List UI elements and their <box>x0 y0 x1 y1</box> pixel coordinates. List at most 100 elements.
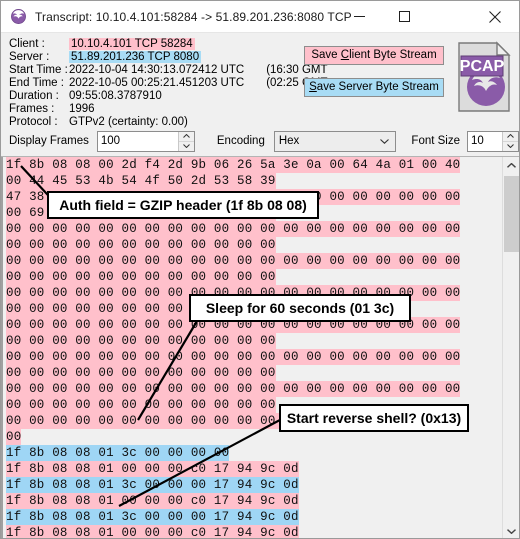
font-size-stepper[interactable] <box>467 130 519 152</box>
hex-row-bytes: 1f 8b 08 08 01 3c 00 00 00 00 <box>6 445 230 461</box>
hex-row-bytes: 00 00 00 00 00 00 00 00 00 00 00 00 00 0… <box>6 349 461 365</box>
protocol-label: Protocol : <box>9 115 58 128</box>
start-time-value: 2022-10-04 14:30:13.072412 UTC <box>69 63 245 76</box>
chevron-up-icon <box>183 134 190 138</box>
minimize-icon <box>354 16 365 17</box>
hex-row-bytes: 00 00 00 00 00 00 00 00 00 00 00 00 00 0… <box>6 253 461 269</box>
chevron-down-icon <box>507 529 516 534</box>
controls-bar: Display Frames Encoding Hex Font Size <box>1 126 519 156</box>
hex-row-bytes: 1f 8b 08 08 01 3c 00 00 00 17 94 9c 0d <box>6 509 299 525</box>
hex-row[interactable]: 00 00 00 00 00 00 00 00 00 00 00 00 <box>3 237 502 253</box>
end-time-label: End Time : <box>9 76 64 89</box>
client-value: 10.10.4.101 TCP 58284 <box>69 37 195 50</box>
encoding-value: Hex <box>278 135 300 147</box>
end-time-value: 2022-10-05 00:25:21.451203 UTC <box>69 76 245 89</box>
hex-row[interactable]: 1f 8b 08 08 01 00 00 00 c0 17 94 9c 0d <box>3 461 502 477</box>
font-size-spin-buttons[interactable] <box>502 131 518 151</box>
server-value: 51.89.201.236 TCP 8080 <box>69 50 202 63</box>
protocol-value: GTPv2 (certainty: 0.00) <box>69 115 188 128</box>
server-label: Server : <box>9 50 50 63</box>
display-frames-spin-buttons[interactable] <box>177 131 194 151</box>
save-client-byte-stream-button[interactable]: Save Client Byte Stream <box>304 46 444 65</box>
pcap-swirl-icon <box>11 9 26 24</box>
callout-shell-text: Start reverse shell? (0x13) <box>286 410 462 426</box>
hex-row[interactable]: 1f 8b 08 08 01 3c 00 00 00 00 <box>3 445 502 461</box>
hex-row[interactable]: 1f 8b 08 08 01 00 00 00 c0 17 94 9c 0d <box>3 493 502 509</box>
display-frames-stepper[interactable] <box>96 130 195 152</box>
scroll-up-button[interactable] <box>503 157 519 174</box>
chevron-down-icon <box>183 144 190 148</box>
hex-row[interactable]: 00 00 00 00 00 00 00 00 00 00 00 00 <box>3 333 502 349</box>
close-button[interactable] <box>472 1 517 32</box>
info-row-protocol: Protocol : GTPv2 (certainty: 0.00) <box>1 115 519 128</box>
hex-row[interactable]: 1f 8b 08 08 01 3c 00 00 00 17 94 9c 0d <box>3 477 502 493</box>
info-row-frames: Frames : 1996 <box>1 102 519 115</box>
callout-reverse-shell: Start reverse shell? (0x13) <box>279 404 469 432</box>
hex-row[interactable]: 00 00 00 00 00 00 00 00 00 00 00 00 <box>3 365 502 381</box>
save-client-label: Save Client Byte Stream <box>311 49 437 61</box>
encoding-label: Encoding <box>216 135 265 147</box>
frames-value: 1996 <box>69 102 95 115</box>
display-frames-down-button[interactable] <box>179 142 194 151</box>
pcap-badge-text: PCAP <box>460 58 505 75</box>
hex-row-bytes: 00 44 45 53 4b 54 4f 50 2d 53 58 39 <box>6 173 276 189</box>
chevron-up-icon <box>507 163 516 168</box>
hex-row-bytes: 00 00 00 00 00 00 00 00 00 00 00 00 <box>6 269 276 285</box>
scroll-down-button[interactable] <box>503 523 519 538</box>
display-frames-up-button[interactable] <box>178 132 194 142</box>
chevron-down-icon <box>380 135 390 147</box>
callout-sleep: Sleep for 60 seconds (01 3c) <box>189 294 411 322</box>
window-title: Transcript: 10.10.4.101:58284 -> 51.89.2… <box>35 9 352 24</box>
maximize-button[interactable] <box>382 1 427 32</box>
font-size-label: Font Size <box>411 135 460 147</box>
hex-row-bytes: 1f 8b 08 08 01 00 00 00 c0 17 94 9c 0d <box>6 493 299 509</box>
hex-row-bytes: 1f 8b 08 08 01 00 00 00 c0 17 94 9c 0d <box>6 461 299 477</box>
transcript-window: Transcript: 10.10.4.101:58284 -> 51.89.2… <box>0 0 520 539</box>
close-icon <box>488 10 501 23</box>
font-size-down-button[interactable] <box>503 142 518 151</box>
title-bar: Transcript: 10.10.4.101:58284 -> 51.89.2… <box>1 1 519 33</box>
save-server-label: Save Server Byte Stream <box>309 81 439 93</box>
hex-row-bytes: 00 <box>6 429 22 445</box>
hex-row[interactable]: 00 00 00 00 00 00 00 00 00 00 00 00 <box>3 269 502 285</box>
hex-row-bytes: 00 00 00 00 00 00 00 00 00 00 00 00 00 0… <box>6 221 461 237</box>
hex-row[interactable]: 00 44 45 53 4b 54 4f 50 2d 53 58 39 <box>3 173 502 189</box>
display-frames-input[interactable] <box>97 131 178 151</box>
hex-row-bytes: 00 00 00 00 00 00 00 00 00 00 00 00 <box>6 365 276 381</box>
hex-row[interactable]: 1f 8b 08 08 01 3c 00 00 00 17 94 9c 0d <box>3 509 502 525</box>
encoding-select[interactable]: Hex <box>273 130 397 152</box>
hex-row-bytes: 00 00 00 00 00 00 00 00 00 00 00 00 <box>6 397 276 413</box>
pcap-file-icon: PCAP <box>458 41 511 112</box>
frames-label: Frames : <box>9 102 55 115</box>
save-server-byte-stream-button[interactable]: Save Server Byte Stream <box>304 78 444 97</box>
hex-row-bytes: 1f 8b 08 08 00 2d f4 2d 9b 06 26 5a 3e 0… <box>6 157 461 173</box>
hex-row-bytes: 1f 8b 08 08 01 00 00 00 c0 17 94 9c 0d <box>6 525 299 539</box>
hex-row-bytes: 1f 8b 08 08 01 3c 00 00 00 17 94 9c 0d <box>6 477 299 493</box>
client-label: Client : <box>9 37 45 50</box>
hex-row-bytes: 00 00 00 00 00 00 00 00 00 00 00 00 <box>6 333 276 349</box>
hex-row-bytes: 00 00 00 00 00 00 00 00 00 00 00 00 <box>6 237 276 253</box>
hex-row[interactable]: 00 00 00 00 00 00 00 00 00 00 00 00 00 0… <box>3 221 502 237</box>
hex-row[interactable]: 1f 8b 08 08 01 00 00 00 c0 17 94 9c 0d <box>3 525 502 539</box>
start-time-gmt: (16:30 GMT <box>266 63 328 76</box>
minimize-button[interactable] <box>337 1 382 32</box>
hex-row[interactable]: 00 00 00 00 00 00 00 00 00 00 00 00 00 0… <box>3 349 502 365</box>
duration-label: Duration : <box>9 89 59 102</box>
maximize-icon <box>399 11 410 22</box>
connection-info-panel: Client : 10.10.4.101 TCP 58284 Server : … <box>1 33 519 128</box>
chevron-down-icon <box>507 144 514 148</box>
hex-row-bytes: 00 00 00 00 00 00 00 00 00 00 00 00 00 0… <box>6 381 461 397</box>
chevron-up-icon <box>507 134 514 138</box>
duration-value: 09:55:08.3787910 <box>69 89 162 102</box>
display-frames-label: Display Frames <box>9 135 89 147</box>
scrollbar-thumb[interactable] <box>504 176 519 252</box>
font-size-up-button[interactable] <box>503 132 518 142</box>
callout-auth-text: Auth field = GZIP header (1f 8b 08 08) <box>59 197 307 213</box>
hex-row[interactable]: 1f 8b 08 08 00 2d f4 2d 9b 06 26 5a 3e 0… <box>3 157 502 173</box>
vertical-scrollbar[interactable] <box>502 157 519 538</box>
hex-row[interactable]: 00 00 00 00 00 00 00 00 00 00 00 00 00 0… <box>3 381 502 397</box>
start-time-label: Start Time : <box>9 63 68 76</box>
callout-auth-field: Auth field = GZIP header (1f 8b 08 08) <box>47 191 319 219</box>
hex-row[interactable]: 00 00 00 00 00 00 00 00 00 00 00 00 00 0… <box>3 253 502 269</box>
font-size-input[interactable] <box>468 131 502 151</box>
